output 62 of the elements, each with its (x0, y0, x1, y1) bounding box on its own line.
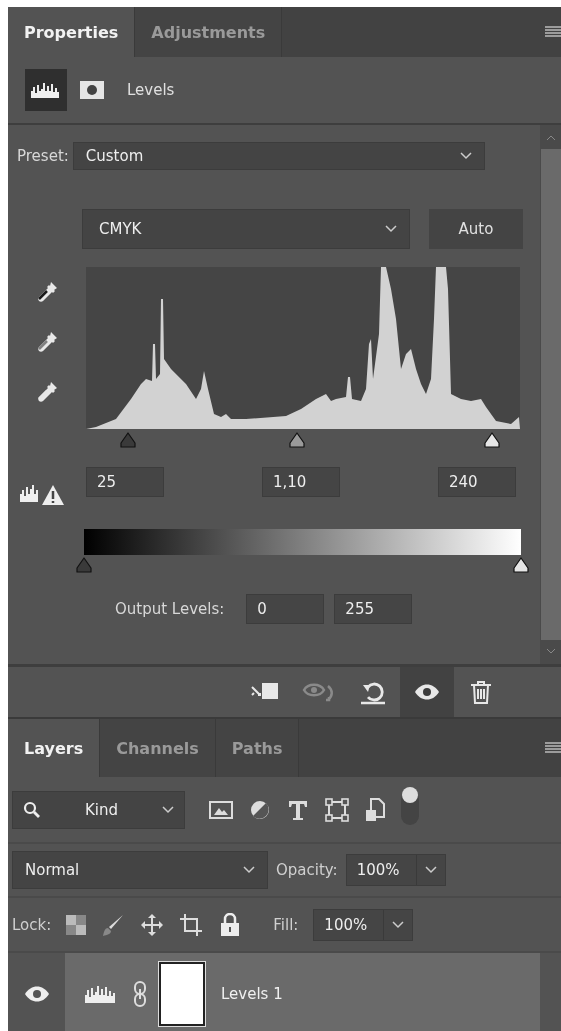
scroll-up-icon[interactable] (545, 135, 556, 141)
slider-thumb[interactable] (75, 557, 93, 573)
visibility-eye-icon[interactable] (23, 985, 50, 1002)
mask-icon (80, 81, 104, 99)
move-icon[interactable] (140, 912, 165, 937)
slider-thumb[interactable] (512, 557, 530, 573)
slider-thumb[interactable] (119, 432, 138, 448)
chevron-down-icon (243, 866, 255, 874)
panel-tab[interactable]: Properties (8, 7, 136, 57)
mask-thumbnail[interactable] (159, 961, 205, 1026)
panel-tab[interactable]: Layers (8, 719, 101, 777)
text-filter-icon[interactable] (287, 798, 309, 821)
shape-filter-icon[interactable] (325, 797, 349, 822)
adjustment-title: Levels (127, 81, 175, 99)
slider-thumb[interactable] (287, 432, 306, 448)
fill-field[interactable]: 100% (313, 908, 414, 941)
input-level-field[interactable]: 1,10 (262, 467, 340, 497)
scroll-down-icon[interactable] (545, 648, 556, 654)
menu-icon[interactable] (545, 742, 561, 754)
eyedropper-icon[interactable] (35, 330, 59, 354)
opacity-field[interactable]: 100% (345, 854, 446, 886)
smart-object-filter-icon[interactable] (365, 797, 385, 822)
filter-kind-dropdown[interactable]: Kind (12, 790, 185, 829)
adjustment-button[interactable] (25, 69, 67, 111)
chevron-down-icon (424, 866, 437, 874)
histogram-warning-icon[interactable] (20, 482, 66, 506)
eyedropper-icon[interactable] (35, 280, 59, 304)
scrollbar[interactable] (540, 125, 561, 664)
filter-toggle[interactable] (401, 790, 419, 825)
menu-icon[interactable] (545, 26, 561, 38)
chevron-down-icon (162, 805, 174, 814)
histogram-icon (31, 82, 61, 98)
link-icon[interactable] (133, 980, 147, 1007)
opacity-label: Opacity: (276, 861, 338, 879)
adjustment-filter-icon[interactable] (249, 798, 271, 821)
fill-label: Fill: (273, 915, 299, 934)
preset-dropdown[interactable]: Custom (72, 142, 485, 170)
lock-pixels-icon[interactable] (66, 914, 87, 935)
eye-icon (414, 683, 440, 701)
input-level-field[interactable]: 25 (86, 467, 164, 497)
channel-dropdown[interactable]: CMYK (82, 209, 410, 249)
chevron-down-icon (459, 152, 472, 160)
preset-label: Preset: (17, 147, 69, 165)
eyedropper-icon[interactable] (35, 380, 59, 404)
output-level-field[interactable]: 0 (246, 594, 325, 624)
auto-button[interactable]: Auto (429, 209, 523, 249)
visibility-button[interactable] (400, 667, 454, 717)
search-icon (23, 800, 41, 819)
lock-label: Lock: (12, 915, 52, 934)
output-level-field[interactable]: 255 (334, 594, 413, 624)
blend-mode-dropdown[interactable]: Normal (12, 851, 268, 889)
chevron-down-icon (385, 225, 397, 233)
image-filter-icon[interactable] (209, 799, 233, 820)
layer-row[interactable]: Levels 1 (65, 953, 540, 1031)
trash-icon (470, 680, 492, 704)
layer-name: Levels 1 (221, 984, 283, 1003)
lock-icon[interactable] (220, 912, 241, 937)
brush-icon[interactable] (101, 912, 126, 937)
slider-thumb[interactable] (482, 432, 501, 448)
output-levels-label: Output Levels: (115, 600, 225, 618)
chevron-down-icon (392, 920, 405, 929)
input-level-field[interactable]: 240 (438, 467, 516, 497)
